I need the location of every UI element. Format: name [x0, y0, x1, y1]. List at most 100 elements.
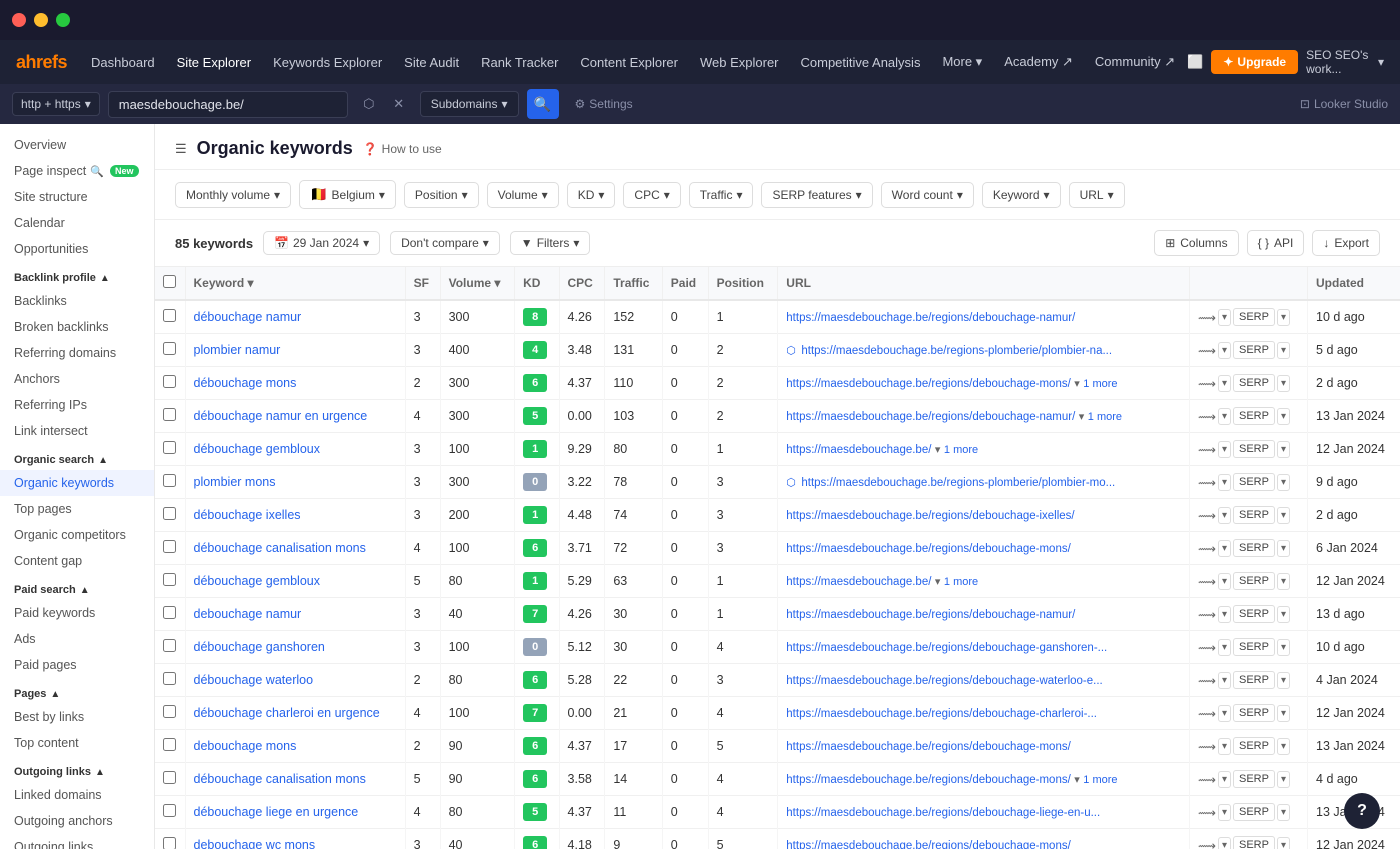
serp-chevron[interactable]: ▾ [1277, 606, 1290, 623]
sidebar-item-referring-ips[interactable]: Referring IPs [0, 392, 154, 418]
serp-chevron[interactable]: ▾ [1277, 408, 1290, 425]
more-url-chevron[interactable]: ▾ [935, 576, 941, 588]
header-url[interactable]: URL [778, 267, 1190, 300]
row-checkbox[interactable] [155, 565, 185, 598]
nav-academy[interactable]: Academy ↗ [994, 48, 1083, 76]
serp-button[interactable]: SERP [1233, 407, 1275, 425]
trend-icon[interactable]: ⟿ [1198, 805, 1216, 820]
trend-chevron[interactable]: ▾ [1218, 507, 1231, 524]
serp-chevron[interactable]: ▾ [1277, 672, 1290, 689]
trend-icon[interactable]: ⟿ [1198, 508, 1216, 523]
serp-features-filter[interactable]: SERP features ▾ [761, 182, 872, 208]
trend-icon[interactable]: ⟿ [1198, 409, 1216, 424]
more-url-chevron[interactable]: ▾ [1074, 774, 1080, 786]
trend-chevron[interactable]: ▾ [1218, 837, 1231, 849]
header-sf[interactable]: SF [405, 267, 440, 300]
compare-button[interactable]: Don't compare ▾ [390, 231, 500, 255]
row-checkbox[interactable] [155, 631, 185, 664]
sidebar-item-broken-backlinks[interactable]: Broken backlinks [0, 314, 154, 340]
nav-site-audit[interactable]: Site Audit [394, 49, 469, 76]
header-traffic[interactable]: Traffic [605, 267, 662, 300]
traffic-light-green[interactable] [56, 13, 70, 27]
api-button[interactable]: { } API [1247, 230, 1305, 256]
monthly-volume-filter[interactable]: Monthly volume ▾ [175, 182, 291, 208]
word-count-filter[interactable]: Word count ▾ [881, 182, 974, 208]
row-checkbox[interactable] [155, 334, 185, 367]
serp-button[interactable]: SERP [1233, 770, 1275, 788]
row-checkbox[interactable] [155, 763, 185, 796]
nav-more[interactable]: More ▾ [932, 48, 992, 76]
row-checkbox[interactable] [155, 466, 185, 499]
section-toggle-paid[interactable]: ▲ [80, 585, 90, 596]
header-keyword[interactable]: Keyword ▾ [185, 267, 405, 300]
serp-button[interactable]: SERP [1233, 440, 1275, 458]
row-checkbox[interactable] [155, 532, 185, 565]
trend-icon[interactable]: ⟿ [1198, 310, 1216, 325]
trend-icon[interactable]: ⟿ [1198, 838, 1216, 849]
row-checkbox[interactable] [155, 400, 185, 433]
trend-icon[interactable]: ⟿ [1198, 673, 1216, 688]
trend-chevron[interactable]: ▾ [1218, 441, 1231, 458]
serp-chevron[interactable]: ▾ [1277, 738, 1290, 755]
serp-chevron[interactable]: ▾ [1277, 771, 1290, 788]
serp-button[interactable]: SERP [1233, 341, 1275, 359]
sidebar-item-overview[interactable]: Overview [0, 132, 154, 158]
serp-chevron[interactable]: ▾ [1277, 507, 1290, 524]
row-checkbox[interactable] [155, 796, 185, 829]
trend-chevron[interactable]: ▾ [1218, 408, 1231, 425]
trend-chevron[interactable]: ▾ [1218, 573, 1231, 590]
url-filter[interactable]: URL ▾ [1069, 182, 1125, 208]
sidebar-item-paid-pages[interactable]: Paid pages [0, 652, 154, 678]
sidebar-item-paid-keywords[interactable]: Paid keywords [0, 600, 154, 626]
sidebar-item-link-intersect[interactable]: Link intersect [0, 418, 154, 444]
sidebar-item-outgoing-links[interactable]: Outgoing links [0, 834, 154, 849]
trend-chevron[interactable]: ▾ [1218, 804, 1231, 821]
serp-chevron[interactable]: ▾ [1277, 804, 1290, 821]
trend-icon[interactable]: ⟿ [1198, 442, 1216, 457]
sidebar-item-linked-domains[interactable]: Linked domains [0, 782, 154, 808]
row-checkbox[interactable] [155, 829, 185, 849]
section-toggle-backlink[interactable]: ▲ [100, 273, 110, 284]
row-checkbox[interactable] [155, 367, 185, 400]
row-checkbox[interactable] [155, 499, 185, 532]
sidebar-item-calendar[interactable]: Calendar [0, 210, 154, 236]
serp-chevron[interactable]: ▾ [1277, 309, 1290, 326]
trend-icon[interactable]: ⟿ [1198, 607, 1216, 622]
serp-button[interactable]: SERP [1233, 605, 1275, 623]
header-paid[interactable]: Paid [662, 267, 708, 300]
row-checkbox[interactable] [155, 433, 185, 466]
trend-icon[interactable]: ⟿ [1198, 376, 1216, 391]
workspace-label[interactable]: SEO SEO's work... ▾ [1306, 48, 1384, 76]
search-button[interactable]: 🔍 [527, 89, 559, 119]
serp-chevron[interactable]: ▾ [1277, 705, 1290, 722]
nav-dashboard[interactable]: Dashboard [81, 49, 165, 76]
export-button[interactable]: ↓ Export [1312, 230, 1380, 256]
trend-icon[interactable]: ⟿ [1198, 772, 1216, 787]
trend-chevron[interactable]: ▾ [1218, 738, 1231, 755]
nav-site-explorer[interactable]: Site Explorer [167, 49, 261, 76]
more-url-chevron[interactable]: ▾ [1074, 378, 1080, 390]
sidebar-item-outgoing-anchors[interactable]: Outgoing anchors [0, 808, 154, 834]
clear-url-icon[interactable]: ✕ [386, 91, 412, 117]
serp-button[interactable]: SERP [1233, 572, 1275, 590]
settings-button[interactable]: ⚙ Settings [567, 92, 641, 116]
sidebar-item-referring-domains[interactable]: Referring domains [0, 340, 154, 366]
open-url-icon[interactable]: ⬡ [356, 91, 382, 117]
trend-icon[interactable]: ⟿ [1198, 739, 1216, 754]
position-filter[interactable]: Position ▾ [404, 182, 479, 208]
serp-button[interactable]: SERP [1233, 374, 1275, 392]
trend-chevron[interactable]: ▾ [1218, 540, 1231, 557]
row-checkbox[interactable] [155, 664, 185, 697]
row-checkbox[interactable] [155, 697, 185, 730]
looker-studio-button[interactable]: ⊡ Looker Studio [1300, 97, 1388, 111]
trend-chevron[interactable]: ▾ [1218, 606, 1231, 623]
serp-chevron[interactable]: ▾ [1277, 441, 1290, 458]
volume-filter[interactable]: Volume ▾ [487, 182, 559, 208]
trend-icon[interactable]: ⟿ [1198, 706, 1216, 721]
nav-web-explorer[interactable]: Web Explorer [690, 49, 789, 76]
trend-chevron[interactable]: ▾ [1218, 474, 1231, 491]
hamburger-icon[interactable]: ☰ [175, 141, 187, 157]
serp-button[interactable]: SERP [1233, 308, 1275, 326]
section-toggle-organic[interactable]: ▲ [98, 455, 108, 466]
more-url-chevron[interactable]: ▾ [1079, 411, 1085, 423]
